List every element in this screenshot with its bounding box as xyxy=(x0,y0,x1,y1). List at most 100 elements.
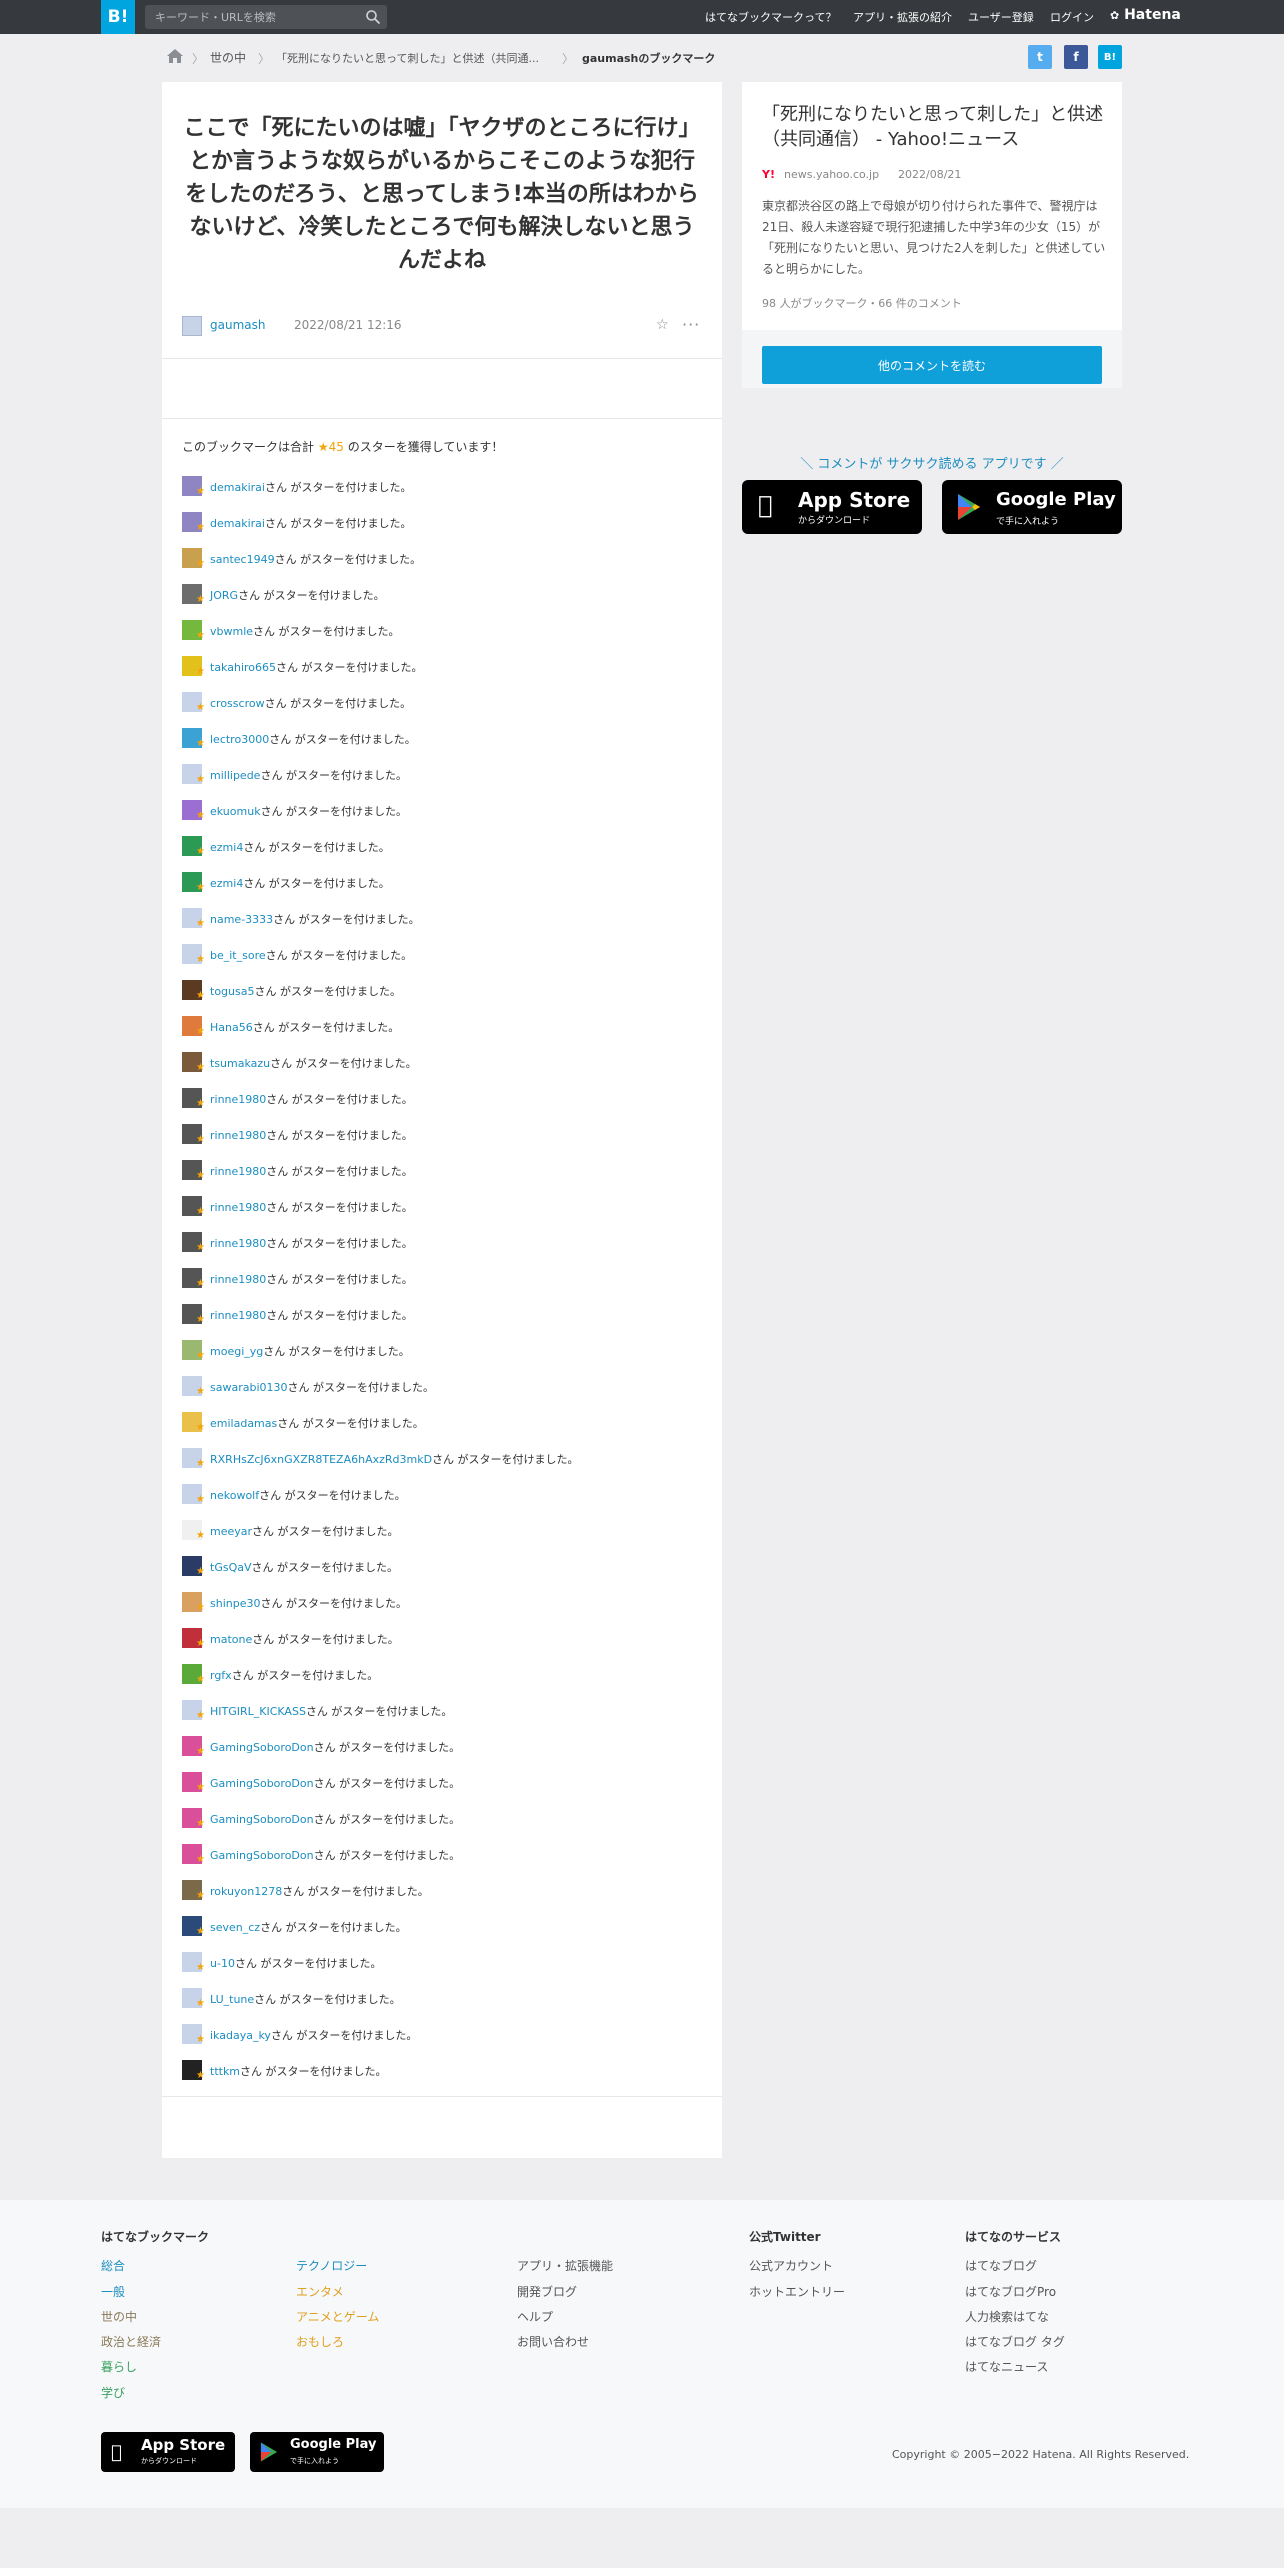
star-user-link[interactable]: shinpe30 xyxy=(210,1597,260,1610)
nav-login[interactable]: ログイン xyxy=(1050,9,1094,25)
home-icon[interactable] xyxy=(166,48,184,64)
star-user-link[interactable]: ezmi4 xyxy=(210,841,243,854)
star-icon: ★ xyxy=(196,1458,205,1469)
star-user-link[interactable]: togusa5 xyxy=(210,985,254,998)
star-user-link[interactable]: u-10 xyxy=(210,1957,235,1970)
footer-link-politics[interactable]: 政治と経済 xyxy=(101,2333,161,2350)
star-user-link[interactable]: rinne1980 xyxy=(210,1129,266,1142)
footer-link-life[interactable]: 暮らし xyxy=(101,2358,137,2375)
star-user-link[interactable]: demakirai xyxy=(210,517,265,530)
star-user-link[interactable]: takahiro665 xyxy=(210,661,276,674)
star-user-link[interactable]: rinne1980 xyxy=(210,1093,266,1106)
star-user-link[interactable]: tttkm xyxy=(210,2065,240,2078)
footer-app-store-button[interactable]:  App Store からダウンロード xyxy=(101,2432,235,2472)
footer-link-devblog[interactable]: 開発ブログ xyxy=(517,2283,577,2300)
star-user-link[interactable]: crosscrow xyxy=(210,697,265,710)
footer-link-news[interactable]: はてなニュース xyxy=(965,2358,1048,2375)
star-user-link[interactable]: sawarabi0130 xyxy=(210,1381,288,1394)
star-user-link[interactable]: rinne1980 xyxy=(210,1309,266,1322)
footer-link-jinriki[interactable]: 人力検索はてな xyxy=(965,2308,1049,2325)
hatena-bookmark-logo[interactable]: B! xyxy=(101,0,135,34)
footer-link-ent[interactable]: エンタメ xyxy=(296,2283,344,2300)
star-user-link[interactable]: GamingSoboroDon xyxy=(210,1777,314,1790)
avatar[interactable] xyxy=(182,316,202,336)
star-user-link[interactable]: rgfx xyxy=(210,1669,232,1682)
more-options-button[interactable]: ··· xyxy=(682,315,700,334)
star-user-link[interactable]: matone xyxy=(210,1633,252,1646)
add-star-icon[interactable]: ☆ xyxy=(656,317,669,333)
star-row-text: tsumakazuさん がスターを付けました。 xyxy=(210,1055,417,1071)
star-user-link[interactable]: lectro3000 xyxy=(210,733,269,746)
star-user-link[interactable]: santec1949 xyxy=(210,553,275,566)
star-icon: ★ xyxy=(196,738,205,749)
footer-link-blog-pro[interactable]: はてなブログPro xyxy=(965,2283,1056,2300)
star-user-link[interactable]: be_it_sore xyxy=(210,949,266,962)
search-input[interactable] xyxy=(155,5,355,29)
star-user-link[interactable]: nekowolf xyxy=(210,1489,259,1502)
hatena-logo[interactable]: ✿ Hatena xyxy=(1110,7,1181,23)
google-play-button[interactable]: Google Play で手に入れよう xyxy=(942,480,1122,534)
twitter-share-button[interactable]: t xyxy=(1028,45,1052,69)
star-row-text: ekuomukさん がスターを付けました。 xyxy=(210,803,407,819)
breadcrumb-category[interactable]: 世の中 xyxy=(210,49,246,66)
nav-signup[interactable]: ユーザー登録 xyxy=(968,9,1034,25)
star-user-link[interactable]: meeyar xyxy=(210,1525,252,1538)
star-user-link[interactable]: GamingSoboroDon xyxy=(210,1813,314,1826)
entry-domain[interactable]: news.yahoo.co.jp xyxy=(784,168,879,181)
star-user-link[interactable]: GamingSoboroDon xyxy=(210,1849,314,1862)
app-store-button[interactable]:  App Store からダウンロード xyxy=(742,480,922,534)
star-user-link[interactable]: ekuomuk xyxy=(210,805,261,818)
footer-link-all[interactable]: 総合 xyxy=(101,2257,125,2274)
star-user-link[interactable]: Hana56 xyxy=(210,1021,253,1034)
star-user-link[interactable]: demakirai xyxy=(210,481,265,494)
breadcrumb-entry[interactable]: 「死刑になりたいと思って刺した」と供述（共同通... xyxy=(276,50,539,66)
star-user-link[interactable]: rinne1980 xyxy=(210,1273,266,1286)
footer-link-blog[interactable]: はてなブログ xyxy=(965,2257,1037,2274)
star-user-link[interactable]: LU_tune xyxy=(210,1993,254,2006)
star-user-link[interactable]: HITGIRL_KICKASS xyxy=(210,1705,306,1718)
footer-link-help[interactable]: ヘルプ xyxy=(517,2308,553,2325)
hatena-share-button[interactable]: B! xyxy=(1098,45,1122,69)
star-user-link[interactable]: emiladamas xyxy=(210,1417,277,1430)
nav-apps[interactable]: アプリ・拡張の紹介 xyxy=(853,9,952,25)
footer-link-social[interactable]: 世の中 xyxy=(101,2308,137,2325)
footer-link-official-account[interactable]: 公式アカウント xyxy=(749,2257,833,2274)
star-user-link[interactable]: moegi_yg xyxy=(210,1345,263,1358)
star-user-link[interactable]: rinne1980 xyxy=(210,1165,266,1178)
footer-link-blog-tag[interactable]: はてなブログ タグ xyxy=(965,2333,1065,2350)
read-comments-button[interactable]: 他のコメントを読む xyxy=(762,346,1102,384)
star-user-link[interactable]: ezmi4 xyxy=(210,877,243,890)
star-row-text: tttkmさん がスターを付けました。 xyxy=(210,2063,387,2079)
star-user-link[interactable]: vbwmle xyxy=(210,625,253,638)
footer-link-general[interactable]: 一般 xyxy=(101,2283,125,2300)
star-user-link[interactable]: seven_cz xyxy=(210,1921,260,1934)
star-user-link[interactable]: JORG xyxy=(210,589,238,602)
star-row-suffix: さん がスターを付けました。 xyxy=(240,2065,387,2078)
star-user-link[interactable]: GamingSoboroDon xyxy=(210,1741,314,1754)
entry-title[interactable]: 「死刑になりたいと思って刺した」と供述（共同通信） - Yahoo!ニュース xyxy=(762,102,1107,152)
facebook-share-button[interactable]: f xyxy=(1064,45,1088,69)
footer-link-anime[interactable]: アニメとゲーム xyxy=(296,2308,379,2325)
footer-link-apps[interactable]: アプリ・拡張機能 xyxy=(517,2257,613,2274)
star-row: ★ RXRHsZcJ6xnGXZR8TEZA6hAxzRd3mkDさん がスターを… xyxy=(182,1448,702,1470)
footer-link-learn[interactable]: 学び xyxy=(101,2384,125,2401)
search-icon[interactable] xyxy=(365,9,381,25)
star-user-link[interactable]: rinne1980 xyxy=(210,1201,266,1214)
star-row-text: togusa5さん がスターを付けました。 xyxy=(210,983,401,999)
star-user-link[interactable]: name-3333 xyxy=(210,913,273,926)
star-user-link[interactable]: ikadaya_ky xyxy=(210,2029,271,2042)
footer-link-hotentry[interactable]: ホットエントリー xyxy=(749,2283,845,2300)
star-user-link[interactable]: rokuyon1278 xyxy=(210,1885,282,1898)
nav-about[interactable]: はてなブックマークって？ xyxy=(705,9,836,25)
star-user-link[interactable]: rinne1980 xyxy=(210,1237,266,1250)
footer-link-tech[interactable]: テクノロジー xyxy=(296,2257,367,2274)
footer-link-contact[interactable]: お問い合わせ xyxy=(517,2333,589,2350)
star-user-link[interactable]: millipede xyxy=(210,769,260,782)
star-user-link[interactable]: RXRHsZcJ6xnGXZR8TEZA6hAxzRd3mkD xyxy=(210,1453,432,1466)
star-user-link[interactable]: tsumakazu xyxy=(210,1057,270,1070)
footer-google-play-button[interactable]: Google Play で手に入れよう xyxy=(250,2432,384,2472)
star-user-link[interactable]: tGsQaV xyxy=(210,1561,252,1574)
star-row-text: matoneさん がスターを付けました。 xyxy=(210,1631,399,1647)
footer-link-fun[interactable]: おもしろ xyxy=(296,2333,344,2350)
bookmark-user-link[interactable]: gaumash xyxy=(210,318,265,332)
